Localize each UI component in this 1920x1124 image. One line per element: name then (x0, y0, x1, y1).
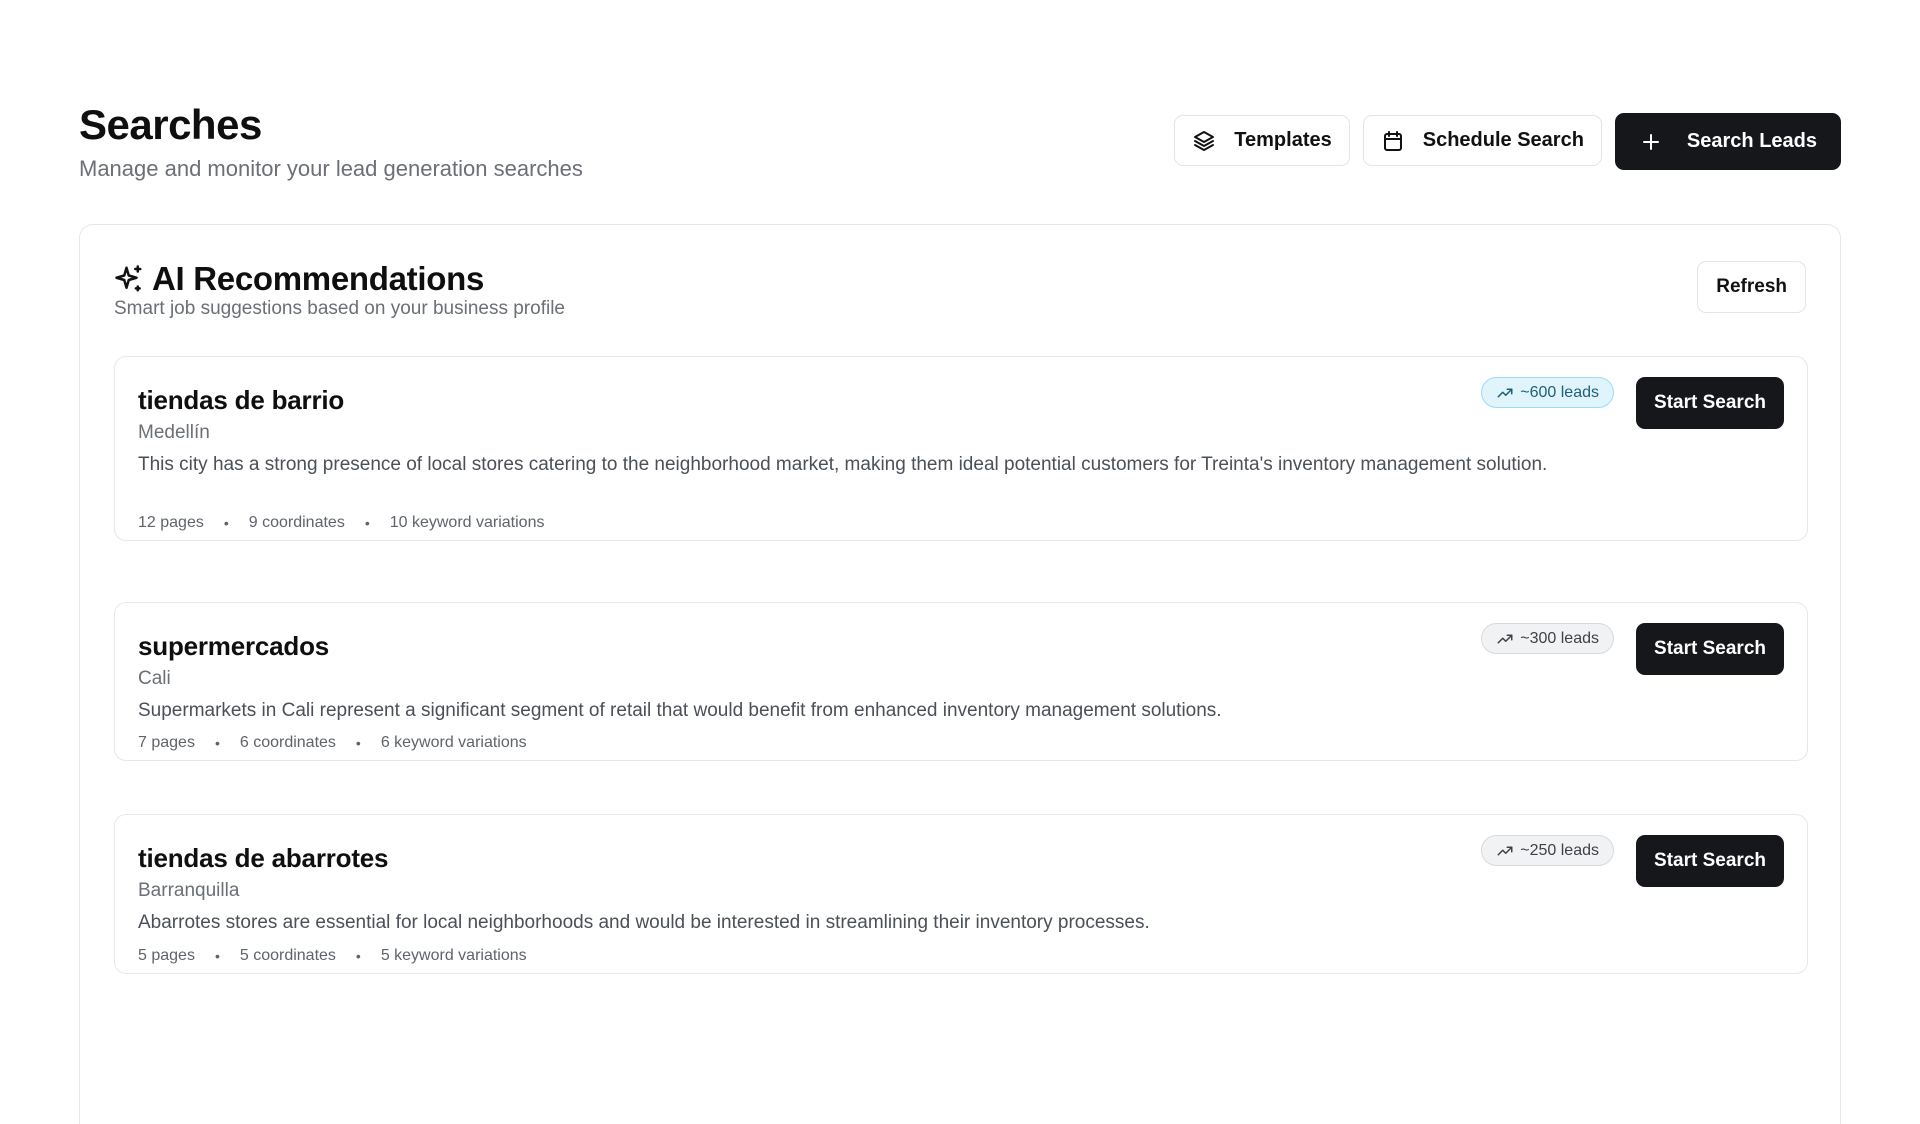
recommendation-meta: 7 pages • 6 coordinates • 6 keyword vari… (138, 734, 527, 752)
plus-icon (1642, 133, 1659, 150)
recommendation-description: Abarrotes stores are essential for local… (138, 912, 1150, 933)
recommendation-name: supermercados (138, 631, 330, 661)
ai-recommendations-panel: AI Recommendations Smart job suggestions… (79, 224, 1841, 1124)
meta-keywords: 5 keyword variations (380, 947, 527, 964)
recommendation-description: Supermarkets in Cali represent a signifi… (138, 700, 1222, 721)
meta-coordinates: 9 coordinates (248, 514, 345, 531)
searches-page: Searches Manage and monitor your lead ge… (79, 98, 1841, 1124)
trending-up-icon (1497, 634, 1513, 643)
recommendation-card: supermercados Cali Supermarkets in Cali … (114, 602, 1808, 761)
recommendation-name: tiendas de abarrotes (138, 843, 389, 873)
panel-subtitle: Smart job suggestions based on your busi… (114, 298, 565, 319)
header-actions: Templates Schedule Search Search Leads (1174, 113, 1841, 170)
meta-coordinates: 6 coordinates (239, 734, 336, 751)
leads-count: ~600 leads (1520, 383, 1599, 401)
trending-up-icon (1497, 846, 1513, 855)
recommendation-city: Barranquilla (138, 880, 240, 901)
panel-title-row: AI Recommendations (114, 261, 1806, 297)
start-search-button[interactable]: Start Search (1636, 835, 1784, 887)
layers-icon (1194, 130, 1215, 151)
recommendation-city: Cali (138, 668, 171, 689)
meta-separator: • (355, 735, 361, 751)
recommendation-meta: 12 pages • 9 coordinates • 10 keyword va… (138, 514, 544, 532)
meta-separator: • (214, 735, 220, 751)
start-search-button[interactable]: Start Search (1636, 377, 1784, 429)
recommendation-name: tiendas de barrio (138, 385, 345, 415)
leads-count: ~250 leads (1520, 841, 1599, 859)
sparkles-icon (115, 265, 142, 292)
search-leads-button[interactable]: Search Leads (1614, 113, 1841, 170)
search-leads-label: Search Leads (1686, 130, 1817, 152)
trending-up-icon (1497, 388, 1513, 397)
meta-pages: 5 pages (138, 947, 195, 964)
schedule-search-button[interactable]: Schedule Search (1362, 115, 1602, 166)
meta-keywords: 6 keyword variations (380, 734, 527, 751)
templates-button[interactable]: Templates (1174, 115, 1350, 166)
page-header: Searches Manage and monitor your lead ge… (79, 98, 1841, 223)
leads-badge: ~600 leads (1481, 377, 1614, 408)
recommendation-card: tiendas de barrio Medellín This city has… (114, 356, 1808, 541)
panel-title: AI Recommendations (152, 260, 484, 297)
leads-badge: ~250 leads (1481, 835, 1614, 866)
meta-separator: • (355, 948, 361, 964)
panel-header: AI Recommendations Smart job suggestions… (114, 261, 1806, 320)
leads-count: ~300 leads (1520, 629, 1599, 647)
recommendation-meta: 5 pages • 5 coordinates • 5 keyword vari… (138, 947, 527, 965)
recommendation-card: tiendas de abarrotes Barranquilla Abarro… (114, 814, 1808, 974)
templates-label: Templates (1234, 129, 1332, 151)
recommendation-description: This city has a strong presence of local… (138, 454, 1548, 475)
meta-pages: 7 pages (138, 734, 195, 751)
calendar-icon (1383, 130, 1402, 151)
leads-badge: ~300 leads (1481, 623, 1614, 654)
meta-pages: 12 pages (138, 514, 204, 531)
meta-separator: • (364, 515, 370, 531)
schedule-search-label: Schedule Search (1422, 129, 1584, 151)
meta-separator: • (214, 948, 220, 964)
recommendation-city: Medellín (138, 422, 210, 443)
meta-keywords: 10 keyword variations (389, 514, 545, 531)
meta-separator: • (223, 515, 229, 531)
header-text: Searches Manage and monitor your lead ge… (79, 98, 583, 182)
page-subtitle: Manage and monitor your lead generation … (79, 156, 583, 181)
page-title: Searches (79, 101, 262, 148)
start-search-button[interactable]: Start Search (1636, 623, 1784, 675)
refresh-button[interactable]: Refresh (1697, 261, 1806, 313)
meta-coordinates: 5 coordinates (239, 947, 336, 964)
